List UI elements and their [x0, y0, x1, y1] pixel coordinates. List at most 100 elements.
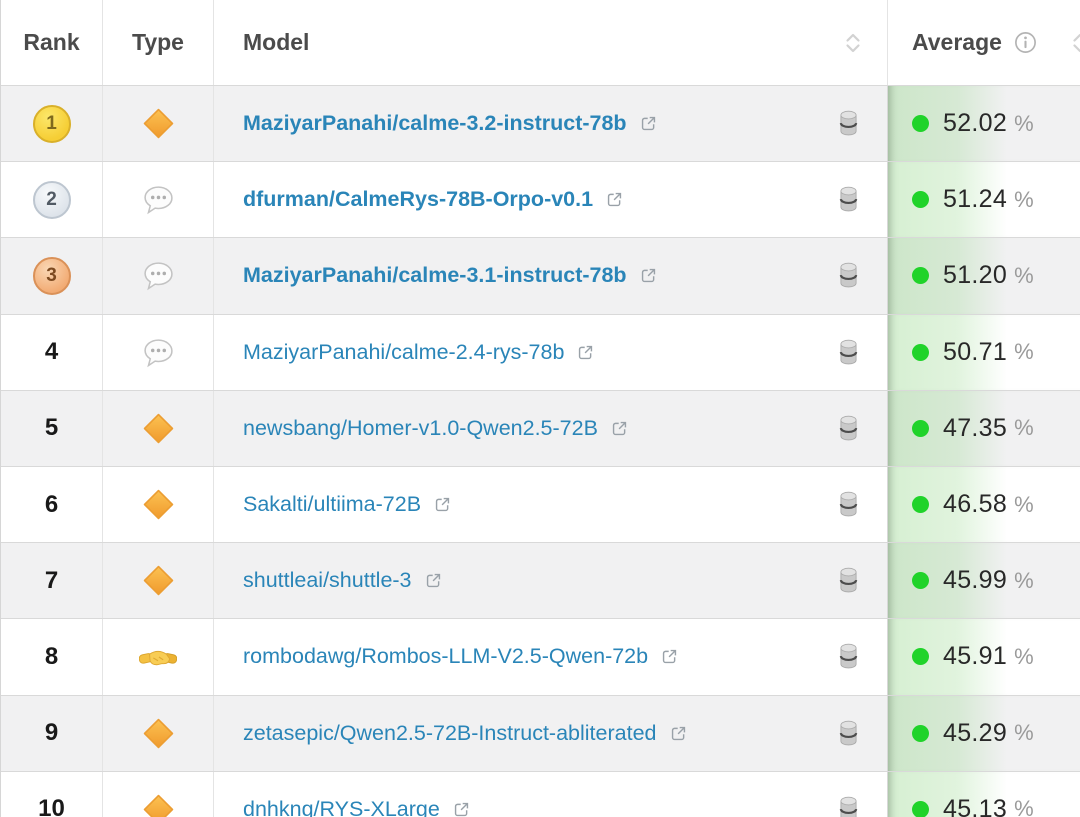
rank-number: 8 [44, 642, 59, 670]
average-value: 51.20 [943, 261, 1008, 290]
model-cell: dfurman/CalmeRys-78B-Orpo-v0.1 [214, 162, 888, 238]
average-cell: 51.24 % [888, 162, 1080, 238]
table-row: 1 MaziyarPanahi/calme-3.2-instruct-78b 5… [1, 85, 1080, 162]
table-row: 5 newsbang/Homer-v1.0-Qwen2.5-72B 47.35 … [1, 389, 1080, 466]
column-header-rank[interactable]: Rank [1, 0, 103, 85]
column-header-average[interactable]: Average [888, 0, 1080, 85]
average-cell: 45.91 % [888, 619, 1080, 695]
database-icon[interactable] [835, 718, 862, 749]
rank-number: 4 [44, 338, 59, 366]
silver-medal: 2 [32, 180, 71, 219]
database-icon[interactable] [835, 337, 862, 368]
rank-cell: 3 [1, 238, 103, 314]
external-link-icon[interactable] [576, 343, 595, 362]
column-header-model[interactable]: Model [214, 0, 888, 85]
model-cell: dnhkng/RYS-XLarge [214, 771, 888, 817]
database-icon[interactable] [835, 641, 862, 672]
gold-medal: 1 [32, 104, 71, 143]
model-link[interactable]: MaziyarPanahi/calme-2.4-rys-78b [243, 340, 564, 365]
external-link-icon[interactable] [605, 190, 624, 209]
model-link[interactable]: rombodawg/Rombos-LLM-V2.5-Qwen-72b [243, 644, 648, 669]
rank-number: 10 [38, 795, 65, 817]
percent-sign: % [1014, 720, 1034, 746]
model-link[interactable]: newsbang/Homer-v1.0-Qwen2.5-72B [243, 416, 598, 441]
type-cell [103, 390, 214, 466]
database-icon[interactable] [835, 794, 862, 817]
table-row: 3 MaziyarPanahi/calme-3.1-instruct-78b 5… [1, 237, 1080, 314]
model-header-label: Model [243, 29, 310, 55]
orange-diamond-icon [142, 488, 175, 521]
speech-balloon-icon [142, 336, 175, 369]
model-cell: Sakalti/ultiima-72B [214, 466, 888, 543]
sort-chevrons-icon[interactable] [1070, 32, 1080, 54]
external-link-icon[interactable] [610, 419, 629, 438]
sort-chevrons-icon[interactable] [843, 32, 863, 54]
model-link[interactable]: MaziyarPanahi/calme-3.1-instruct-78b [243, 263, 627, 288]
database-icon[interactable] [835, 184, 862, 215]
green-status-dot-icon [912, 343, 929, 361]
green-status-dot-icon [912, 267, 929, 285]
type-cell [103, 162, 214, 238]
database-icon[interactable] [835, 565, 862, 596]
percent-sign: % [1014, 186, 1034, 212]
type-cell [103, 543, 214, 619]
average-cell: 45.29 % [888, 695, 1080, 771]
percent-sign: % [1014, 415, 1034, 441]
orange-diamond-icon [142, 717, 175, 750]
leaderboard-table: Rank Type Model Average 1 MaziyarPanahi/… [0, 0, 1080, 817]
table-row: 10 dnhkng/RYS-XLarge 45.13 % [1, 770, 1080, 817]
info-icon[interactable] [1014, 31, 1037, 54]
model-cell: MaziyarPanahi/calme-2.4-rys-78b [214, 314, 888, 390]
table-row: 7 shuttleai/shuttle-3 45.99 % [1, 542, 1080, 619]
model-cell: zetasepic/Qwen2.5-72B-Instruct-abliterat… [214, 695, 888, 771]
average-value: 46.58 [943, 490, 1008, 519]
rank-cell: 1 [1, 86, 103, 162]
orange-diamond-icon [142, 793, 175, 817]
external-link-icon[interactable] [433, 495, 452, 514]
orange-diamond-icon [142, 412, 175, 445]
type-cell [103, 238, 214, 314]
model-cell: MaziyarPanahi/calme-3.1-instruct-78b [214, 238, 888, 314]
speech-balloon-icon [142, 259, 175, 292]
speech-balloon-icon [142, 183, 175, 216]
model-link[interactable]: dfurman/CalmeRys-78B-Orpo-v0.1 [243, 187, 593, 212]
database-icon[interactable] [835, 489, 862, 520]
average-value: 45.29 [943, 718, 1008, 747]
column-header-type[interactable]: Type [103, 0, 214, 85]
orange-diamond-icon [142, 107, 175, 140]
external-link-icon[interactable] [660, 647, 679, 666]
database-icon[interactable] [835, 108, 862, 139]
rank-number: 6 [44, 490, 59, 518]
average-value: 52.02 [943, 109, 1008, 138]
external-link-icon[interactable] [639, 266, 658, 285]
external-link-icon[interactable] [669, 724, 688, 743]
database-icon[interactable] [835, 413, 862, 444]
external-link-icon[interactable] [424, 571, 443, 590]
percent-sign: % [1014, 339, 1034, 365]
average-value: 45.99 [943, 566, 1008, 595]
external-link-icon[interactable] [452, 800, 471, 817]
average-cell: 45.99 % [888, 543, 1080, 619]
model-cell: shuttleai/shuttle-3 [214, 543, 888, 619]
model-link[interactable]: shuttleai/shuttle-3 [243, 568, 412, 593]
model-link[interactable]: Sakalti/ultiima-72B [243, 492, 421, 517]
average-cell: 46.58 % [888, 466, 1080, 543]
model-link[interactable]: zetasepic/Qwen2.5-72B-Instruct-abliterat… [243, 721, 657, 746]
type-cell [103, 619, 214, 695]
rank-number: 9 [44, 719, 59, 747]
rank-cell: 6 [1, 466, 103, 543]
average-value: 47.35 [943, 413, 1008, 442]
table-row: 8 rombodawg/Rombos-LLM-V2.5-Qwen-72b 45.… [1, 618, 1080, 695]
database-icon[interactable] [835, 260, 862, 291]
model-link[interactable]: dnhkng/RYS-XLarge [243, 797, 440, 817]
average-value: 45.13 [943, 794, 1008, 817]
rank-cell: 10 [1, 771, 103, 817]
average-value: 45.91 [943, 642, 1008, 671]
rank-cell: 7 [1, 543, 103, 619]
average-value: 50.71 [943, 337, 1008, 366]
average-value: 51.24 [943, 185, 1008, 214]
percent-sign: % [1014, 796, 1034, 817]
model-link[interactable]: MaziyarPanahi/calme-3.2-instruct-78b [243, 111, 627, 136]
external-link-icon[interactable] [639, 114, 658, 133]
type-cell [103, 771, 214, 817]
